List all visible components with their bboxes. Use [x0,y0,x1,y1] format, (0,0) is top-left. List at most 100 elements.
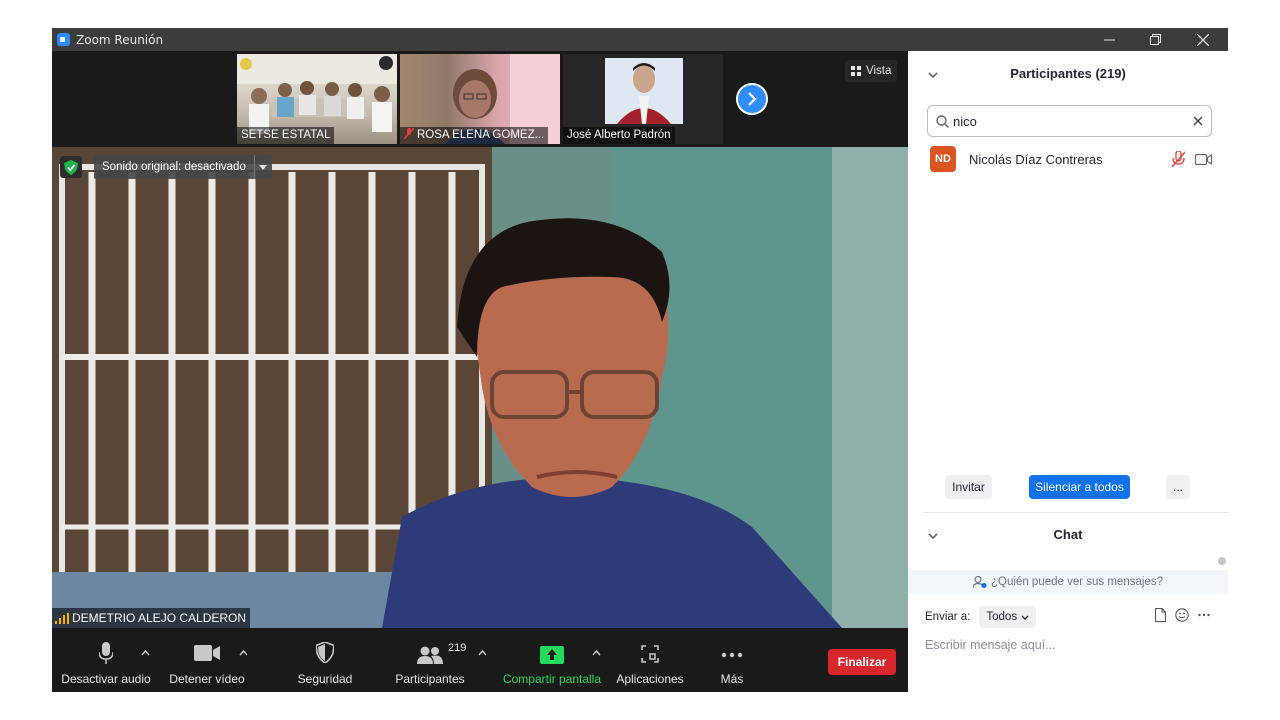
search-icon [936,114,949,128]
stop-video-button[interactable]: Detener vídeo [165,628,249,692]
participants-count: 219 [448,642,467,654]
chevron-right-icon [748,92,757,106]
minimize-button[interactable] [1086,28,1132,51]
panel-divider [924,512,1228,513]
participant-thumbnail[interactable]: SETSE ESTATAL [237,54,397,144]
chat-header: Chat [908,517,1228,551]
restore-icon [1149,34,1161,45]
participant-search-input[interactable]: nico [927,105,1212,137]
collapse-chat-button[interactable] [928,527,938,542]
file-icon[interactable] [1155,608,1166,622]
chevron-down-icon [928,71,938,78]
microphone-icon [99,642,113,664]
search-value: nico [953,113,977,129]
chevron-up-icon [141,649,150,656]
mic-muted-icon[interactable] [1171,151,1185,167]
thumbnail-name: José Alberto Padrón [563,127,675,144]
shield-check-icon [64,159,78,175]
participants-label: Participantes [395,672,465,686]
speaker-name-tag: DEMETRIO ALEJO CALDERON [52,608,251,628]
caret-down-icon [259,164,268,170]
emoji-icon[interactable] [1175,608,1189,622]
participant-row[interactable]: ND Nicolás Díaz Contreras [908,144,1228,174]
speaker-name: DEMETRIO ALEJO CALDERON [72,611,247,625]
more-button[interactable]: Más [712,628,752,692]
meeting-toolbar: Desactivar audio Detener vídeo Seguridad… [52,628,908,692]
original-sound-dropdown[interactable] [253,155,272,179]
participants-actions: Invitar Silenciar a todos ... [908,473,1228,503]
chat-message-input[interactable]: Escribir mensaje aquí... [925,638,1056,652]
mic-muted-icon [403,127,415,140]
video-camera-icon[interactable] [1195,153,1212,165]
participants-icon [417,646,443,664]
apps-button[interactable]: Aplicaciones [612,628,688,692]
original-sound-label: Sonido original: desactivado [102,161,246,173]
share-screen-button[interactable]: Compartir pantalla [498,628,606,692]
participants-options-caret[interactable] [478,648,487,659]
participants-header: Participantes (219) [908,51,1228,95]
audio-label: Desactivar audio [61,672,151,686]
mute-audio-button[interactable]: Desactivar audio [60,628,152,692]
grid-view-icon [851,66,861,76]
more-participant-options-button[interactable]: ... [1166,475,1190,499]
security-shield-badge[interactable] [60,156,82,178]
video-options-caret[interactable] [239,648,248,659]
shield-icon [316,642,334,663]
send-to-value: Todos [986,611,1018,623]
active-speaker-video: Sonido original: desactivado DEMETRIO AL… [52,147,908,628]
audio-options-caret[interactable] [141,648,150,659]
collapse-participants-button[interactable] [928,66,938,81]
thumbnail-name: SETSE ESTATAL [237,127,335,144]
close-icon [1197,33,1209,46]
zoom-app-icon [57,33,70,46]
participant-thumbnail[interactable]: ROSA ELENA GOMEZ... [400,54,560,144]
chat-scrollbar[interactable] [1218,557,1226,565]
end-meeting-button[interactable]: Finalizar [828,649,896,675]
window-title: Zoom Reunión [76,32,164,47]
title-bar: Zoom Reunión [52,28,1228,51]
share-screen-icon [540,646,564,664]
zoom-window: Zoom Reunión SETSE ESTATAL ROSA ELENA GO… [52,28,1228,692]
clear-search-icon[interactable] [1193,116,1203,126]
security-button[interactable]: Seguridad [292,628,358,692]
chevron-up-icon [478,649,487,656]
mute-all-button[interactable]: Silenciar a todos [1029,475,1130,499]
video-label: Detener vídeo [169,672,245,686]
view-label: Vista [866,65,892,77]
more-label: Más [720,672,744,686]
meeting-area: SETSE ESTATAL ROSA ELENA GOMEZ... José A… [52,51,908,692]
participants-title: Participantes (219) [1010,65,1126,81]
restore-button[interactable] [1132,28,1178,51]
side-panel: Participantes (219) nico ND Nicolás Díaz… [908,51,1228,692]
avatar: ND [930,146,956,172]
chat-title: Chat [1053,526,1083,542]
view-button[interactable]: Vista [845,60,898,82]
send-to-select[interactable]: Todos [979,606,1037,628]
original-sound-toggle[interactable]: Sonido original: desactivado [94,155,272,179]
apps-label: Aplicaciones [616,672,684,686]
participants-button[interactable]: 219 Participantes [392,628,468,692]
thumbnail-strip: SETSE ESTATAL ROSA ELENA GOMEZ... José A… [52,51,908,147]
thumbnail-name: ROSA ELENA GOMEZ... [400,127,549,144]
chevron-down-icon [928,532,938,539]
participant-name: Nicolás Díaz Contreras [969,151,1103,167]
invite-button[interactable]: Invitar [945,475,992,499]
speaker-video-image [52,147,908,628]
send-to-label: Enviar a: [925,611,971,623]
close-window-button[interactable] [1178,28,1228,51]
more-dots-icon[interactable] [1198,613,1210,617]
share-label: Compartir pantalla [502,672,602,686]
share-options-caret[interactable] [592,648,601,659]
security-label: Seguridad [297,672,353,686]
chevron-down-icon [1021,615,1029,620]
more-dots-icon [721,652,743,658]
send-to-row: Enviar a: Todos [925,606,1037,628]
participant-thumbnail[interactable]: José Alberto Padrón [563,54,723,144]
person-privacy-icon [973,576,987,588]
video-camera-icon [194,645,220,661]
chevron-up-icon [239,649,248,656]
next-page-button[interactable] [736,83,768,115]
who-can-see-link[interactable]: ¿Quién puede ver sus mensajes? [908,570,1228,594]
minimize-icon [1103,39,1115,41]
connection-signal-icon [55,612,69,624]
